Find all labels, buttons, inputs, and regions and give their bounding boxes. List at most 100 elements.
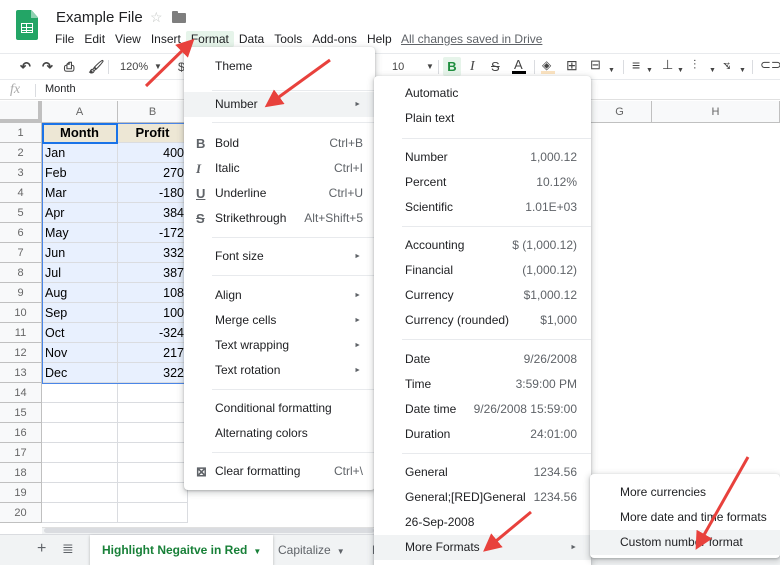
number-format-currency-rounded[interactable]: Currency (rounded) $1,000 — [374, 308, 591, 333]
format-menu-item-clear-formatting[interactable]: ⊠ Clear formatting Ctrl+\ — [184, 459, 375, 484]
cell-month[interactable]: Dec — [42, 363, 118, 383]
add-sheet-icon[interactable]: + — [37, 540, 46, 558]
column-header-g[interactable]: G — [588, 101, 652, 123]
font-size-select[interactable]: 10 — [392, 59, 404, 75]
row-header-1[interactable]: 1 — [0, 123, 42, 143]
text-wrapping-icon[interactable]: ⫶ — [693, 57, 696, 73]
menu-data[interactable]: Data — [234, 31, 269, 47]
format-menu-item-underline[interactable]: U Underline Ctrl+U — [184, 181, 375, 206]
cell-empty[interactable] — [118, 403, 188, 423]
cell-empty[interactable] — [118, 423, 188, 443]
row-header-15[interactable]: 15 — [0, 403, 42, 423]
cell-empty[interactable] — [42, 463, 118, 483]
cell-profit[interactable]: 332 — [118, 243, 188, 263]
italic-button[interactable]: I — [470, 59, 475, 75]
rotation-dropdown-icon[interactable]: ▼ — [739, 63, 746, 79]
row-header-7[interactable]: 7 — [0, 243, 42, 263]
cell-profit[interactable]: 270 — [118, 163, 188, 183]
number-format-more-formats[interactable]: More Formats ► — [374, 535, 591, 560]
cell-profit[interactable]: 400 — [118, 143, 188, 163]
number-format-currency[interactable]: Currency $1,000.12 — [374, 283, 591, 308]
format-menu-item-strikethrough[interactable]: S Strikethrough Alt+Shift+5 — [184, 206, 375, 231]
select-all-corner[interactable] — [0, 101, 42, 123]
cell-empty[interactable] — [118, 483, 188, 503]
horizontal-align-icon[interactable]: ≡ — [632, 57, 640, 73]
cell-empty[interactable] — [118, 443, 188, 463]
cell-empty[interactable] — [118, 463, 188, 483]
star-icon[interactable]: ☆ — [150, 9, 163, 26]
cell-empty[interactable] — [42, 403, 118, 423]
chevron-down-icon[interactable]: ▼ — [253, 547, 261, 556]
paint-format-icon[interactable]: 🖌 — [88, 59, 105, 75]
sheets-logo-icon[interactable] — [16, 10, 38, 40]
cell-empty[interactable] — [42, 383, 118, 403]
borders-icon[interactable]: ⊞ — [566, 57, 578, 73]
format-menu-item-font-size[interactable]: Font size ► — [184, 244, 375, 269]
row-header-11[interactable]: 11 — [0, 323, 42, 343]
more-formats-more-date-and-time-formats[interactable]: More date and time formats — [590, 505, 780, 530]
insert-link-icon[interactable]: ⊂⊃ — [760, 57, 780, 73]
cell-month[interactable]: May — [42, 223, 118, 243]
cell-month[interactable]: Jan — [42, 143, 118, 163]
column-header-h[interactable]: H — [652, 101, 780, 123]
save-status-link[interactable]: All changes saved in Drive — [401, 31, 542, 47]
bold-button[interactable]: B — [443, 57, 461, 76]
row-header-12[interactable]: 12 — [0, 343, 42, 363]
cell-empty[interactable] — [42, 423, 118, 443]
cell-profit[interactable]: 322 — [118, 363, 188, 383]
format-menu-item-alternating-colors[interactable]: Alternating colors — [184, 421, 375, 446]
formula-input[interactable]: Month — [45, 83, 76, 95]
number-format-time[interactable]: Time 3:59:00 PM — [374, 372, 591, 397]
number-format-scientific[interactable]: Scientific 1.01E+03 — [374, 195, 591, 220]
number-format-plain-text[interactable]: Plain text — [374, 106, 591, 131]
format-menu-item-italic[interactable]: I Italic Ctrl+I — [184, 156, 375, 181]
number-format-number[interactable]: Number 1,000.12 — [374, 145, 591, 170]
cell-month[interactable]: Feb — [42, 163, 118, 183]
cell-profit[interactable]: 217 — [118, 343, 188, 363]
merge-cells-icon[interactable]: ⊟ — [590, 57, 601, 73]
cell-month[interactable]: Oct — [42, 323, 118, 343]
number-format-26-sep-2008[interactable]: 26-Sep-2008 — [374, 510, 591, 535]
cell-month[interactable]: Sep — [42, 303, 118, 323]
document-title[interactable]: Example File — [56, 9, 143, 26]
number-format-duration[interactable]: Duration 24:01:00 — [374, 422, 591, 447]
cell-empty[interactable] — [118, 503, 188, 523]
number-format-percent[interactable]: Percent 10.12% — [374, 170, 591, 195]
row-header-14[interactable]: 14 — [0, 383, 42, 403]
wrap-dropdown-icon[interactable]: ▼ — [709, 63, 716, 79]
column-header-a[interactable]: A — [42, 101, 118, 123]
menu-help[interactable]: Help — [362, 31, 397, 47]
chevron-down-icon[interactable]: ▼ — [337, 547, 345, 556]
format-menu-item-theme[interactable]: Theme — [184, 54, 375, 79]
format-menu-item-conditional-formatting[interactable]: Conditional formatting — [184, 396, 375, 421]
menu-add-ons[interactable]: Add-ons — [307, 31, 362, 47]
column-header-b[interactable]: B — [118, 101, 188, 123]
merge-dropdown-icon[interactable]: ▼ — [608, 63, 615, 79]
row-header-19[interactable]: 19 — [0, 483, 42, 503]
row-header-6[interactable]: 6 — [0, 223, 42, 243]
text-rotation-icon[interactable]: ⦪ — [723, 57, 730, 73]
cell-profit[interactable]: 387 — [118, 263, 188, 283]
font-size-dropdown-icon[interactable]: ▼ — [426, 59, 434, 75]
print-icon[interactable]: ⎙ — [64, 59, 74, 75]
row-header-2[interactable]: 2 — [0, 143, 42, 163]
number-format-general[interactable]: General 1234.56 — [374, 460, 591, 485]
more-formats-custom-number-format[interactable]: Custom number format — [590, 530, 780, 555]
row-header-4[interactable]: 4 — [0, 183, 42, 203]
strikethrough-button[interactable]: S — [491, 59, 500, 75]
cell-month[interactable]: Apr — [42, 203, 118, 223]
format-menu-item-align[interactable]: Align ► — [184, 283, 375, 308]
row-header-20[interactable]: 20 — [0, 503, 42, 523]
cell-empty[interactable] — [118, 383, 188, 403]
cell-empty[interactable] — [42, 503, 118, 523]
cell-b1-profit-header[interactable]: Profit — [118, 123, 188, 143]
cell-profit[interactable]: 384 — [118, 203, 188, 223]
all-sheets-icon[interactable]: ≣ — [62, 540, 74, 557]
row-header-16[interactable]: 16 — [0, 423, 42, 443]
number-format-date-time[interactable]: Date time 9/26/2008 15:59:00 — [374, 397, 591, 422]
number-format-financial[interactable]: Financial (1,000.12) — [374, 258, 591, 283]
menu-insert[interactable]: Insert — [146, 31, 186, 47]
row-header-18[interactable]: 18 — [0, 463, 42, 483]
cell-month[interactable]: Aug — [42, 283, 118, 303]
folder-icon[interactable] — [172, 11, 186, 23]
